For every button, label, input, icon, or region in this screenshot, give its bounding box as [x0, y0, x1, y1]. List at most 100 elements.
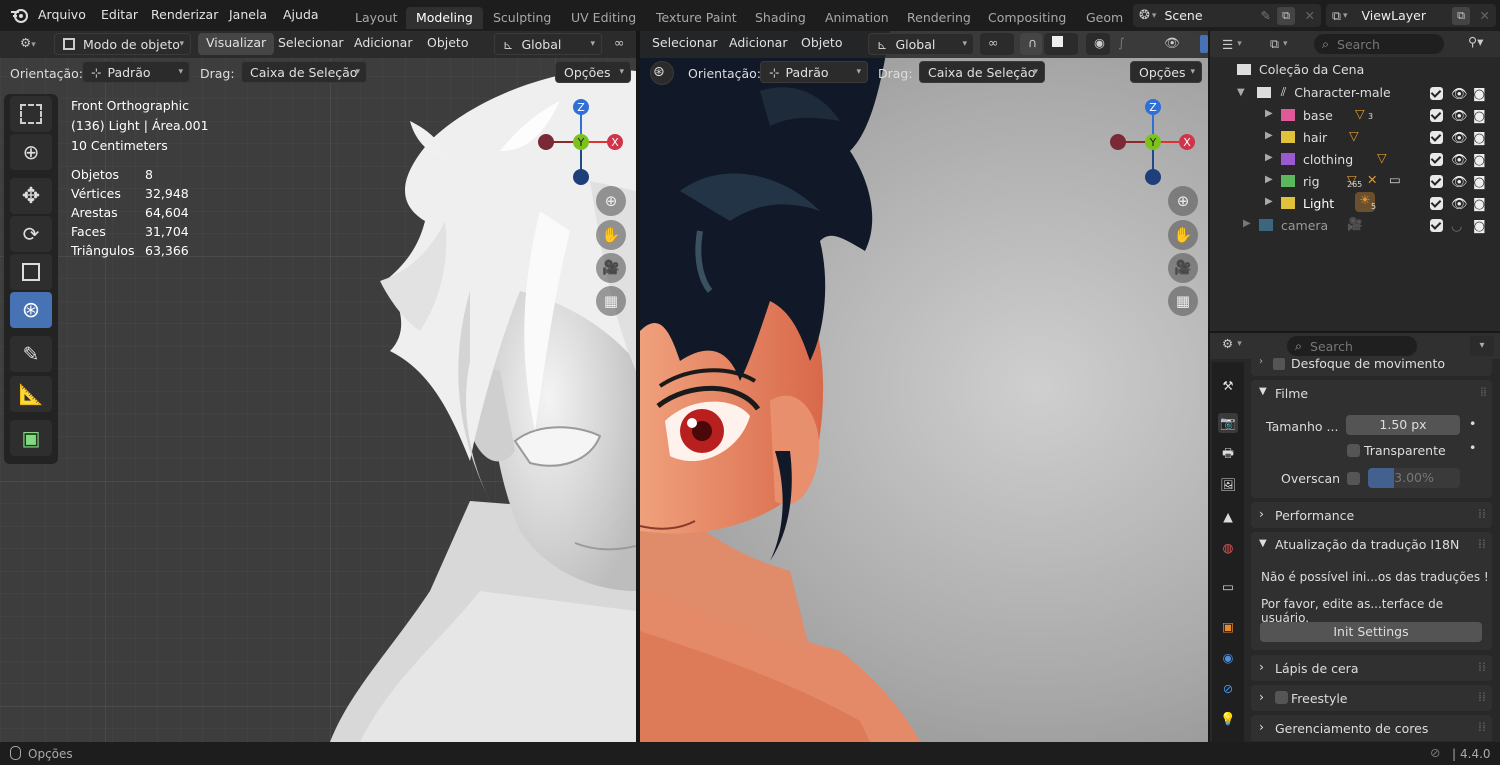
- chevron-right-icon[interactable]: ›: [1259, 659, 1264, 674]
- pivot-link-icon[interactable]: ∞: [606, 33, 636, 55]
- freestyle-checkbox[interactable]: [1275, 691, 1288, 704]
- eye-icon[interactable]: 👁: [1451, 128, 1468, 150]
- keyframe-dot-icon[interactable]: •: [1469, 440, 1476, 455]
- eye-icon[interactable]: 👁: [1451, 106, 1468, 128]
- outliner-search[interactable]: ⌕ Search: [1314, 34, 1444, 54]
- new-view-layer-icon[interactable]: ⧉: [1452, 6, 1470, 25]
- chevron-right-icon[interactable]: ▶: [1265, 152, 1273, 163]
- tab-compositing[interactable]: Compositing: [978, 7, 1076, 29]
- eye-hidden-icon[interactable]: ◡: [1451, 216, 1468, 238]
- render-tab-icon[interactable]: 📷: [1218, 413, 1238, 433]
- visibility-eye-icon[interactable]: 👁: [1156, 33, 1190, 55]
- tab-layout[interactable]: Layout: [345, 7, 408, 29]
- chevron-down-icon[interactable]: ▼: [1259, 538, 1267, 549]
- chevron-down-icon[interactable]: ▾: [1470, 336, 1494, 356]
- panel-title[interactable]: Atualização da tradução I18N: [1275, 537, 1459, 552]
- pin-icon[interactable]: ✎: [1261, 8, 1271, 23]
- chevron-down-icon[interactable]: ▼: [1237, 87, 1245, 98]
- tab-animation[interactable]: Animation: [815, 7, 899, 29]
- select-box-tool[interactable]: [10, 96, 52, 132]
- menu-window[interactable]: Janela: [229, 7, 267, 22]
- filter-size-field[interactable]: 1.50 px: [1346, 415, 1460, 435]
- exclude-checkbox[interactable]: [1430, 87, 1443, 100]
- world-tab-icon[interactable]: ◍: [1218, 537, 1238, 557]
- menu-edit[interactable]: Editar: [101, 7, 138, 22]
- panel-grease-pencil[interactable]: › Lápis de cera ⁞⁞: [1251, 655, 1492, 681]
- menu-file[interactable]: Arquivo: [38, 7, 86, 22]
- data-tab-icon[interactable]: 💡: [1218, 709, 1238, 729]
- menu-render[interactable]: Renderizar: [151, 7, 218, 22]
- camera-render-icon[interactable]: ◙: [1473, 84, 1486, 106]
- navigation-gizmo-right[interactable]: Z X Y: [1102, 95, 1202, 185]
- drag-dropdown-right[interactable]: Caixa de Seleção ▾: [919, 61, 1045, 83]
- tab-shading[interactable]: Shading: [745, 7, 816, 29]
- camera-view-icon[interactable]: 🎥: [596, 253, 626, 283]
- scene-collection-row[interactable]: Coleção da Cena: [1237, 62, 1364, 77]
- camera-render-icon[interactable]: ◙: [1473, 216, 1486, 238]
- constraints-tab-icon[interactable]: ⊘: [1218, 678, 1238, 698]
- display-mode-dropdown[interactable]: ⧉ ▾: [1270, 34, 1306, 54]
- outliner-editor-type[interactable]: ☰ ▾: [1222, 34, 1272, 54]
- orientation-gizmo-icon[interactable]: ⊛: [650, 61, 674, 85]
- tool-tab-icon[interactable]: ⚒: [1218, 375, 1238, 395]
- view-layer-selector[interactable]: ⧉ ▾ ViewLayer ⧉ ✕: [1326, 4, 1496, 27]
- camera-render-icon[interactable]: ◙: [1473, 106, 1486, 128]
- transparent-checkbox[interactable]: [1347, 444, 1360, 457]
- chevron-right-icon[interactable]: ▶: [1243, 218, 1251, 229]
- camera-render-icon[interactable]: ◙: [1473, 128, 1486, 150]
- tab-sculpting[interactable]: Sculpting: [483, 7, 561, 29]
- options-dropdown-right[interactable]: Opções ▾: [1130, 61, 1202, 83]
- chevron-right-icon[interactable]: ▶: [1265, 174, 1273, 185]
- menu-select-right[interactable]: Selecionar: [644, 33, 726, 55]
- menu-object[interactable]: Objeto: [419, 33, 477, 55]
- add-cube-tool[interactable]: ▣: [10, 420, 52, 456]
- tab-modeling[interactable]: Modeling: [406, 7, 483, 29]
- pan-hand-icon[interactable]: ✋: [1168, 220, 1198, 250]
- collection-tab-icon[interactable]: ▭: [1218, 576, 1238, 596]
- scene-selector[interactable]: ❂ ▾ Scene ✎ ⧉ ✕: [1133, 4, 1321, 27]
- camera-view-icon[interactable]: 🎥: [1168, 253, 1198, 283]
- view-layer-tab-icon[interactable]: 🖼: [1218, 475, 1238, 495]
- drag-handle-icon[interactable]: ⁞⁞: [1480, 384, 1487, 399]
- chevron-right-icon[interactable]: ›: [1259, 689, 1264, 704]
- rotate-tool[interactable]: ⟳: [10, 216, 52, 252]
- tab-geometry[interactable]: Geom: [1076, 7, 1124, 29]
- transform-orientation-dropdown[interactable]: ⊾ Global ▾: [494, 33, 602, 55]
- drag-handle-icon[interactable]: ⁞⁞: [1478, 506, 1486, 521]
- zoom-icon[interactable]: ⊕: [1168, 186, 1198, 216]
- chevron-right-icon[interactable]: ›: [1259, 356, 1263, 367]
- transform-orientation-dropdown-right[interactable]: ⊾ Global ▾: [868, 33, 974, 55]
- tab-uv-editing[interactable]: UV Editing: [561, 7, 646, 29]
- init-settings-button[interactable]: Init Settings: [1260, 622, 1482, 642]
- pivot-link-icon[interactable]: ∞: [980, 33, 1014, 55]
- ortho-grid-icon[interactable]: ▦: [596, 286, 626, 316]
- proportional-edit-icon[interactable]: ◉: [1086, 33, 1110, 55]
- drag-dropdown[interactable]: Caixa de Seleção ▾: [241, 61, 367, 83]
- snap-target-icon[interactable]: [1044, 33, 1078, 55]
- keyframe-dot-icon[interactable]: •: [1469, 416, 1476, 431]
- falloff-curve-icon[interactable]: ∫: [1110, 33, 1146, 55]
- options-dropdown-left[interactable]: Opções ▾: [555, 61, 631, 83]
- new-scene-icon[interactable]: ⧉: [1277, 6, 1295, 25]
- delete-view-layer-icon[interactable]: ✕: [1480, 8, 1490, 23]
- move-tool[interactable]: ✥: [10, 178, 52, 214]
- filter-icon[interactable]: ⚲▾: [1468, 34, 1483, 49]
- menu-add-right[interactable]: Adicionar: [721, 33, 795, 55]
- menu-view[interactable]: Visualizar: [198, 33, 275, 55]
- ortho-grid-icon[interactable]: ▦: [1168, 286, 1198, 316]
- chevron-right-icon[interactable]: ›: [1259, 719, 1264, 734]
- overscan-slider[interactable]: 3.00%: [1368, 468, 1460, 488]
- chevron-right-icon[interactable]: ▶: [1265, 130, 1273, 141]
- menu-help[interactable]: Ajuda: [283, 7, 319, 22]
- panel-freestyle[interactable]: › Freestyle ⁞⁞: [1251, 685, 1492, 711]
- snap-magnet-icon[interactable]: ∩: [1020, 33, 1042, 55]
- overscan-checkbox[interactable]: [1347, 472, 1360, 485]
- exclude-checkbox[interactable]: [1430, 219, 1443, 232]
- drag-handle-icon[interactable]: ⁞⁞: [1478, 689, 1486, 704]
- eye-icon[interactable]: 👁: [1451, 84, 1468, 106]
- tab-texture-paint[interactable]: Texture Paint: [646, 7, 747, 29]
- blender-logo-icon[interactable]: [10, 6, 30, 24]
- exclude-checkbox[interactable]: [1430, 109, 1443, 122]
- menu-add[interactable]: Adicionar: [346, 33, 420, 55]
- exclude-checkbox[interactable]: [1430, 197, 1443, 210]
